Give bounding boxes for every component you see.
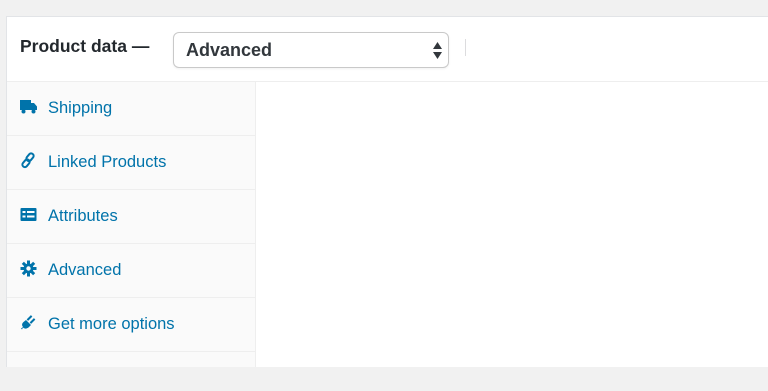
plug-icon — [21, 315, 36, 330]
product-data-title: Product data — — [20, 36, 150, 56]
product-data-content — [256, 82, 768, 367]
product-type-select[interactable]: Advanced — [173, 32, 449, 68]
tab-shipping[interactable]: Shipping — [7, 82, 255, 136]
tab-attributes-label: Attributes — [48, 207, 118, 225]
tab-attributes[interactable]: Attributes — [7, 190, 255, 244]
tab-advanced-label: Advanced — [48, 261, 122, 279]
product-type-select-value: Advanced — [186, 40, 273, 60]
tab-advanced[interactable]: Advanced — [7, 244, 255, 298]
tab-linked-products[interactable]: Linked Products — [7, 136, 255, 190]
gear-icon — [20, 260, 37, 277]
select-arrows-icon — [433, 42, 442, 59]
tab-get-more-options-label: Get more options — [48, 315, 175, 333]
link-icon — [21, 152, 35, 169]
header-divider — [465, 39, 466, 56]
product-data-panel: Product data — Advanced Shipping Linked … — [6, 16, 768, 367]
list-icon — [20, 208, 37, 221]
product-data-header: Product data — Advanced — [7, 17, 768, 82]
truck-icon — [20, 100, 37, 114]
product-data-tabs: Shipping Linked Products Attributes Adva… — [7, 82, 256, 367]
tab-get-more-options[interactable]: Get more options — [7, 298, 255, 352]
tab-shipping-label: Shipping — [48, 99, 113, 117]
tab-linked-products-label: Linked Products — [48, 153, 167, 171]
